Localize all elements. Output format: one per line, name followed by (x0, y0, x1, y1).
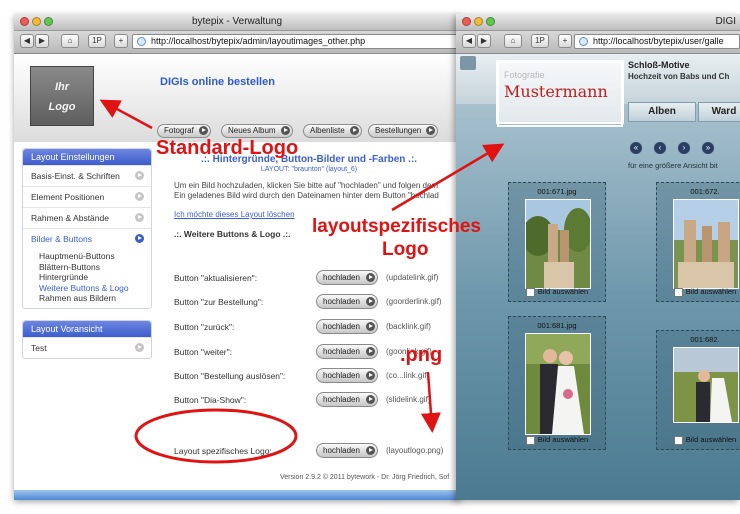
annotation-layout-logo-line1: layoutspezifisches (312, 216, 481, 237)
arrow-to-layout-logo (391, 143, 505, 212)
annotation-overlay (99, 61, 623, 464)
logo-frame (497, 61, 623, 127)
annotation-layout-logo-line2: Logo (382, 239, 429, 260)
highlight-ellipse (134, 408, 298, 464)
arrow-to-png-file (420, 371, 441, 433)
arrow-to-standard-logo (99, 99, 153, 130)
annotation-standard-logo: Standard-Logo (156, 137, 299, 159)
annotation-png: .png (400, 344, 443, 366)
